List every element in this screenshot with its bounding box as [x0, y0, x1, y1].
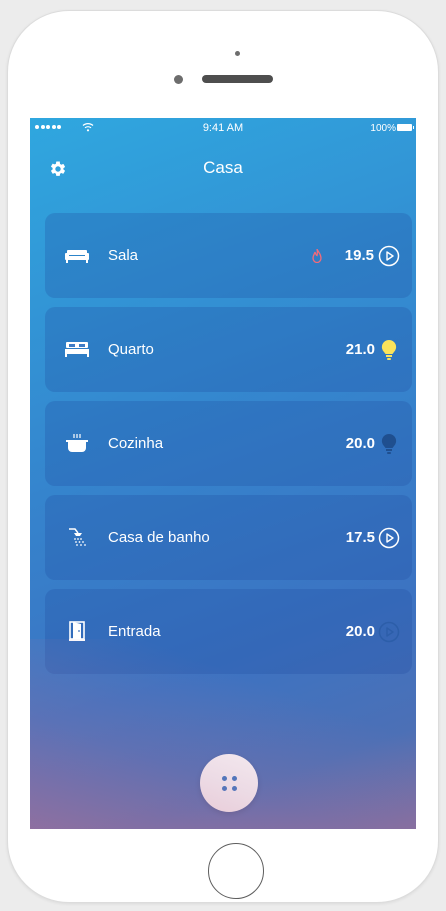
- room-temperature: 19.5: [344, 247, 374, 264]
- battery-icon: [397, 124, 414, 131]
- home-button[interactable]: [208, 843, 264, 899]
- cooking-pot-icon: [65, 433, 89, 453]
- sofa-icon: [65, 245, 89, 265]
- room-name: Sala: [108, 247, 139, 264]
- play-circle-icon[interactable]: [378, 245, 400, 267]
- status-bar: 9:41 AM 100%: [30, 118, 416, 138]
- room-card-entrada[interactable]: Entrada 20.0: [45, 589, 412, 674]
- proximity-sensor: [174, 75, 183, 84]
- status-time: 9:41 AM: [202, 122, 244, 134]
- room-card-casa-de-banho[interactable]: Casa de banho 17.5: [45, 495, 412, 580]
- nav-bar: Casa: [30, 146, 416, 192]
- earpiece-speaker: [202, 75, 273, 83]
- room-temperature: 17.5: [345, 529, 375, 546]
- flame-icon: [312, 248, 322, 263]
- room-list: Sala 19.5 Quarto 21.0 Cozinha 20.0 Casa …: [45, 213, 412, 683]
- shower-icon: [65, 527, 89, 547]
- room-temperature: 20.0: [345, 435, 375, 452]
- room-card-cozinha[interactable]: Cozinha 20.0: [45, 401, 412, 486]
- door-icon: [65, 621, 89, 641]
- room-name: Casa de banho: [108, 529, 210, 546]
- app-screen: 9:41 AM 100% Casa Sala 19.5 Quarto 21.0 …: [30, 118, 416, 829]
- room-name: Cozinha: [108, 435, 164, 452]
- room-temperature: 21.0: [345, 341, 375, 358]
- room-temperature: 20.0: [345, 623, 375, 640]
- gear-icon[interactable]: [46, 157, 70, 181]
- room-card-sala[interactable]: Sala 19.5: [45, 213, 412, 298]
- bed-icon: [65, 339, 89, 359]
- lightbulb-off-icon[interactable]: [378, 433, 400, 455]
- front-camera: [235, 51, 240, 56]
- room-name: Quarto: [108, 341, 154, 358]
- grid-dots-icon[interactable]: [200, 754, 258, 812]
- room-name: Entrada: [108, 623, 161, 640]
- lightbulb-on-icon[interactable]: [378, 339, 400, 361]
- page-title: Casa: [203, 158, 243, 177]
- play-circle-icon[interactable]: [378, 527, 400, 549]
- play-circle-dim-icon[interactable]: [378, 621, 400, 643]
- battery-percent: 100%: [370, 123, 396, 134]
- room-card-quarto[interactable]: Quarto 21.0: [45, 307, 412, 392]
